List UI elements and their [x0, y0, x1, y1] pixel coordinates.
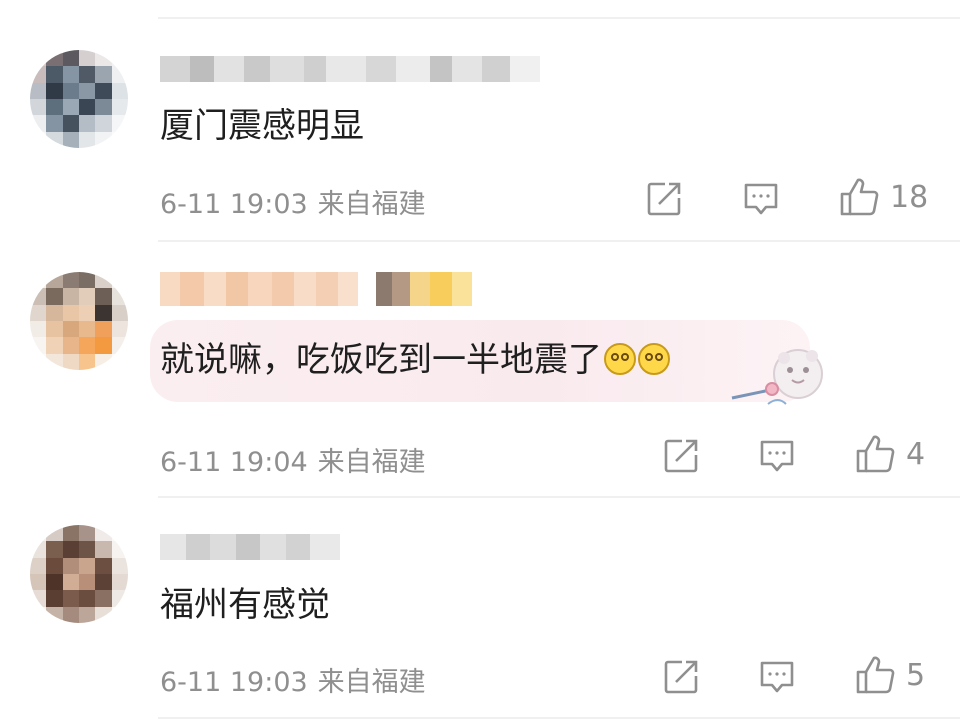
share-icon: [664, 660, 698, 694]
comment-date: 6-11 19:03: [160, 189, 308, 220]
share-button[interactable]: [645, 180, 683, 218]
comment-location: 来自福建: [317, 447, 426, 478]
divider: [158, 240, 960, 242]
comment-location: 来自福建: [317, 667, 426, 698]
dizzy-face-emoji: [604, 343, 636, 375]
comment-icon: [744, 183, 778, 215]
dizzy-face-emoji: [638, 343, 670, 375]
comment-meta: 6-11 19:03 来自福建: [160, 182, 426, 221]
comment-date: 6-11 19:04: [160, 447, 308, 478]
like-button[interactable]: 18: [838, 176, 928, 218]
thumbs-up-icon: [856, 435, 895, 473]
comment-icon: [760, 440, 794, 472]
like-count: 4: [906, 436, 926, 472]
comment-meta: 6-11 19:03 来自福建: [160, 660, 426, 699]
like-count: 18: [890, 179, 929, 215]
reply-button[interactable]: [758, 438, 796, 474]
username-redacted[interactable]: [160, 534, 340, 560]
bubble-decoration-icon: [731, 349, 823, 405]
divider: [158, 496, 960, 498]
share-button[interactable]: [662, 437, 700, 475]
avatar[interactable]: [30, 525, 128, 623]
share-icon: [647, 182, 681, 216]
share-icon: [664, 439, 698, 473]
reply-button[interactable]: [758, 659, 796, 695]
comment-meta: 6-11 19:04 来自福建: [160, 440, 426, 479]
avatar[interactable]: [30, 272, 128, 370]
like-button[interactable]: 5: [854, 654, 925, 696]
divider: [158, 717, 960, 719]
like-count: 5: [906, 657, 926, 693]
comment-date: 6-11 19:03: [160, 667, 308, 698]
username-redacted[interactable]: [160, 56, 540, 82]
thumbs-up-icon: [840, 178, 879, 216]
comment-text-body: 就说嘛，吃饭吃到一半地震了: [160, 340, 602, 380]
like-button[interactable]: 4: [854, 433, 925, 475]
comment-text: 就说嘛，吃饭吃到一半地震了: [160, 340, 670, 380]
comment-icon: [760, 661, 794, 693]
avatar[interactable]: [30, 50, 128, 148]
comment-location: 来自福建: [317, 189, 426, 220]
top-divider: [158, 17, 960, 19]
comment-text: 福州有感觉: [160, 585, 330, 625]
thumbs-up-icon: [856, 656, 895, 694]
reply-button[interactable]: [742, 181, 780, 217]
username-redacted[interactable]: [160, 272, 472, 306]
comment-text: 厦门震感明显: [160, 106, 364, 146]
share-button[interactable]: [662, 658, 700, 696]
